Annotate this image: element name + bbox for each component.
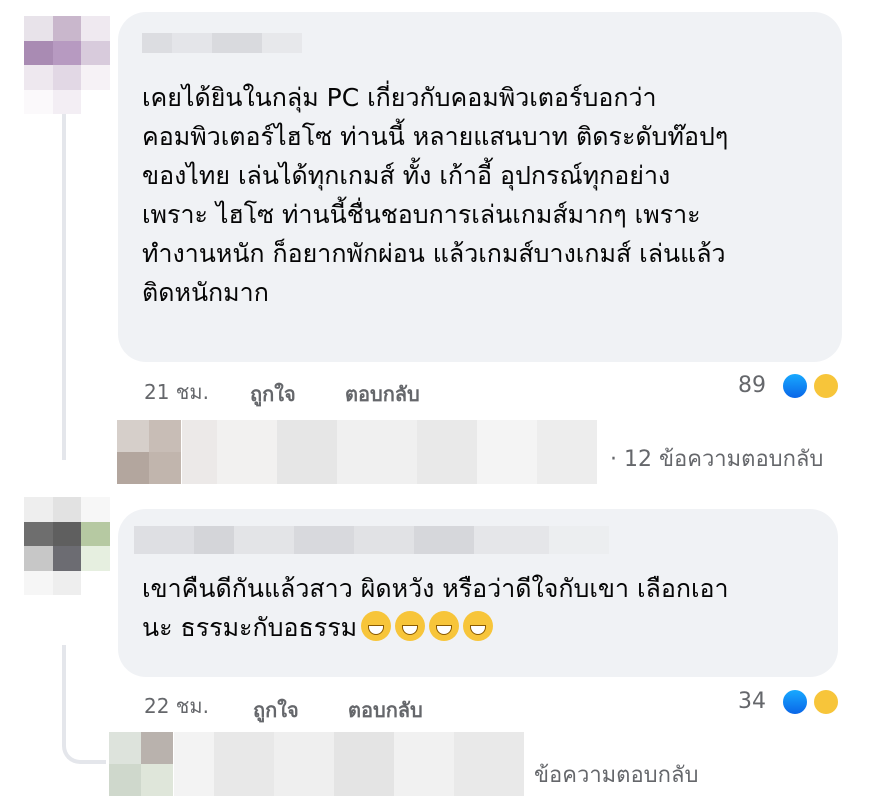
- reply-button[interactable]: ตอบกลับ: [345, 378, 420, 410]
- thread-line: [62, 645, 106, 764]
- view-replies-link[interactable]: · 12 ข้อความตอบกลับ: [610, 441, 823, 476]
- reaction-count[interactable]: 34: [738, 689, 766, 714]
- grin-emoji-icon: [395, 611, 426, 641]
- thread-line: [62, 110, 66, 460]
- like-icon: [781, 372, 809, 400]
- avatar[interactable]: [24, 16, 110, 114]
- like-button[interactable]: ถูกใจ: [250, 378, 296, 410]
- grin-emoji-icon: [463, 611, 494, 641]
- avatar[interactable]: [24, 497, 110, 595]
- author-name-blurred[interactable]: [134, 526, 609, 554]
- like-icon: [781, 688, 809, 716]
- grin-emoji-icon: [361, 611, 392, 641]
- comment-time[interactable]: 22 ชม.: [144, 690, 209, 722]
- reply-button[interactable]: ตอบกลับ: [348, 694, 423, 726]
- grin-emoji-icon: [429, 611, 460, 641]
- reply-preview-blurred[interactable]: [174, 732, 524, 796]
- reaction-count[interactable]: 89: [738, 373, 766, 398]
- view-replies-link[interactable]: ข้อความตอบกลับ: [534, 757, 698, 792]
- reply-preview-blurred[interactable]: [182, 420, 597, 484]
- haha-icon: [812, 688, 840, 716]
- reply-avatar-blurred[interactable]: [117, 420, 181, 484]
- author-name-blurred[interactable]: [142, 33, 302, 53]
- comment-text: เคยได้ยินในกลุ่ม PC เกี่ยวกับคอมพิวเตอร์…: [142, 83, 729, 307]
- haha-icon: [812, 372, 840, 400]
- reply-avatar-blurred[interactable]: [109, 732, 173, 796]
- comment-time[interactable]: 21 ชม.: [144, 376, 209, 408]
- comment-text: เขาคืนดีกันแล้วสาว ผิดหวัง หรือว่าดีใจกั…: [142, 569, 832, 647]
- like-button[interactable]: ถูกใจ: [253, 694, 299, 726]
